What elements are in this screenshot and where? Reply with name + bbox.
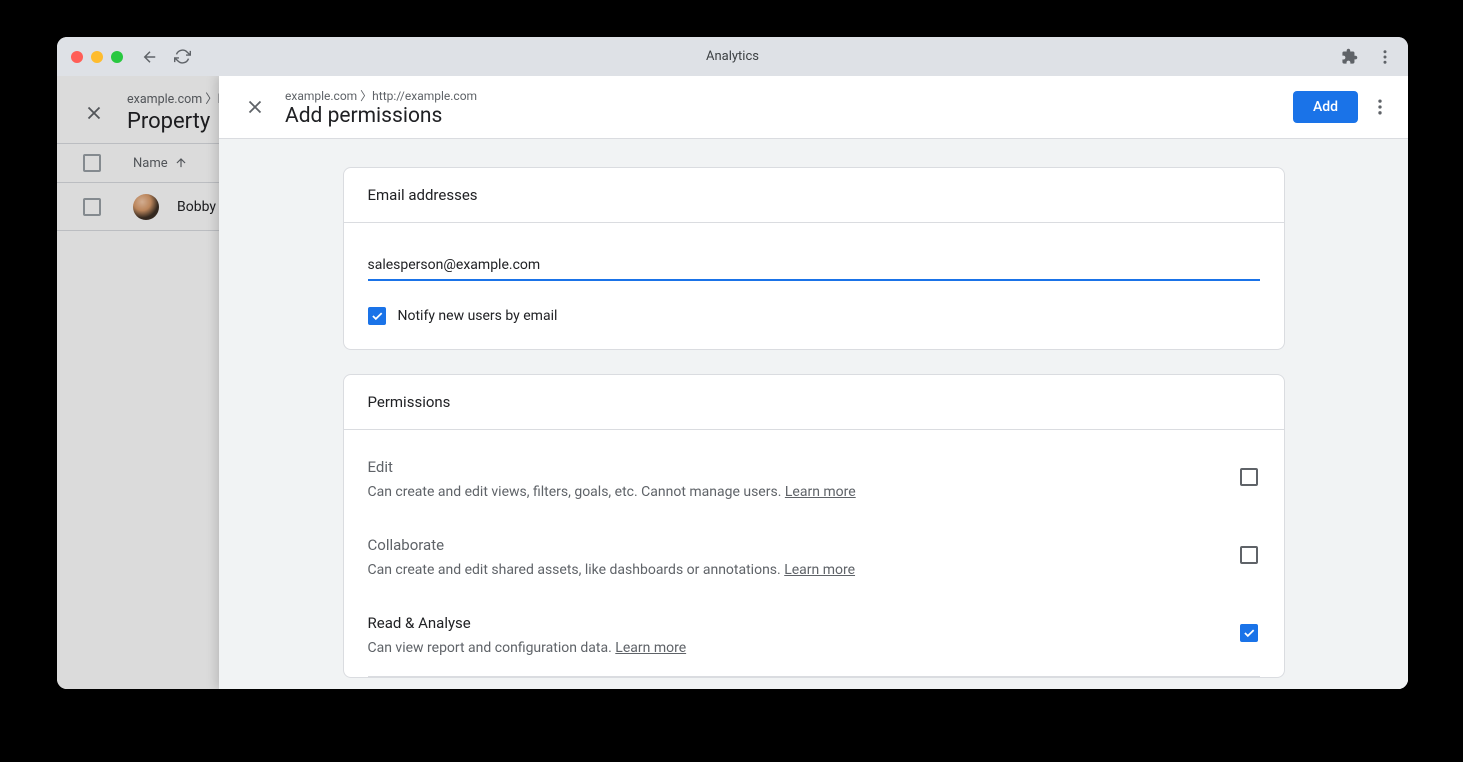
permission-desc: Can create and edit shared assets, like … xyxy=(368,562,1220,578)
learn-more-link[interactable]: Learn more xyxy=(785,484,856,500)
browser-chrome: Analytics xyxy=(57,37,1408,76)
browser-menu-icon[interactable] xyxy=(1376,48,1394,66)
browser-title: Analytics xyxy=(706,49,759,64)
permission-edit-checkbox[interactable] xyxy=(1240,468,1258,486)
permissions-list: Edit Can create and edit views, filters,… xyxy=(344,430,1284,677)
row-checkbox[interactable] xyxy=(83,198,101,216)
window-close-button[interactable] xyxy=(71,51,83,63)
traffic-lights xyxy=(71,51,123,63)
add-permissions-panel: example.com 〉http://example.com Add perm… xyxy=(219,76,1408,689)
learn-more-link[interactable]: Learn more xyxy=(615,640,686,656)
avatar xyxy=(133,194,159,220)
email-card-title: Email addresses xyxy=(344,168,1284,223)
email-input[interactable] xyxy=(368,245,1260,281)
add-button[interactable]: Add xyxy=(1293,91,1358,123)
learn-more-link[interactable]: Learn more xyxy=(784,562,855,578)
permission-name: Read & Analyse xyxy=(368,614,1220,632)
browser-right-controls xyxy=(1340,48,1394,66)
email-addresses-card: Email addresses Notify new users by emai… xyxy=(343,167,1285,350)
permission-collaborate-checkbox[interactable] xyxy=(1240,546,1258,564)
column-name-label: Name xyxy=(133,156,168,171)
permission-collaborate: Collaborate Can create and edit shared a… xyxy=(368,520,1260,598)
breadcrumb: example.com 〉http://example.com xyxy=(285,87,477,104)
reload-button[interactable] xyxy=(173,48,191,66)
select-all-checkbox[interactable] xyxy=(83,154,101,172)
close-icon[interactable] xyxy=(83,102,105,128)
page-title: Add permissions xyxy=(285,104,477,128)
permission-read-analyse-checkbox[interactable] xyxy=(1240,624,1258,642)
window-maximize-button[interactable] xyxy=(111,51,123,63)
column-name[interactable]: Name xyxy=(133,156,188,171)
permission-edit: Edit Can create and edit views, filters,… xyxy=(368,442,1260,520)
notify-checkbox[interactable] xyxy=(368,307,386,325)
overlay-scroll[interactable]: Email addresses Notify new users by emai… xyxy=(219,139,1408,689)
back-button[interactable] xyxy=(141,48,159,66)
browser-window: Analytics example.com 〉h Property xyxy=(57,37,1408,689)
bg-breadcrumb: example.com 〉h xyxy=(127,88,225,107)
permission-desc: Can view report and configuration data. … xyxy=(368,640,1220,656)
overlay-content: Email addresses Notify new users by emai… xyxy=(219,139,1408,689)
window-minimize-button[interactable] xyxy=(91,51,103,63)
more-options-button[interactable] xyxy=(1368,95,1392,119)
permission-desc: Can create and edit views, filters, goal… xyxy=(368,484,1220,500)
permission-read-analyse: Read & Analyse Can view report and confi… xyxy=(368,598,1260,677)
permission-name: Edit xyxy=(368,458,1220,476)
sort-ascending-icon xyxy=(174,156,188,170)
nav-buttons xyxy=(141,48,191,66)
permission-name: Collaborate xyxy=(368,536,1220,554)
notify-row: Notify new users by email xyxy=(368,307,1260,325)
permissions-card: Permissions Edit Can create and edit vie… xyxy=(343,374,1285,678)
app-body: example.com 〉h Property Name Bobby Ja xyxy=(57,76,1408,689)
close-panel-button[interactable] xyxy=(243,95,267,119)
notify-label: Notify new users by email xyxy=(398,308,558,324)
extensions-icon[interactable] xyxy=(1340,48,1358,66)
bg-page-title: Property xyxy=(127,109,225,134)
overlay-header: example.com 〉http://example.com Add perm… xyxy=(219,76,1408,139)
permissions-card-title: Permissions xyxy=(344,375,1284,430)
